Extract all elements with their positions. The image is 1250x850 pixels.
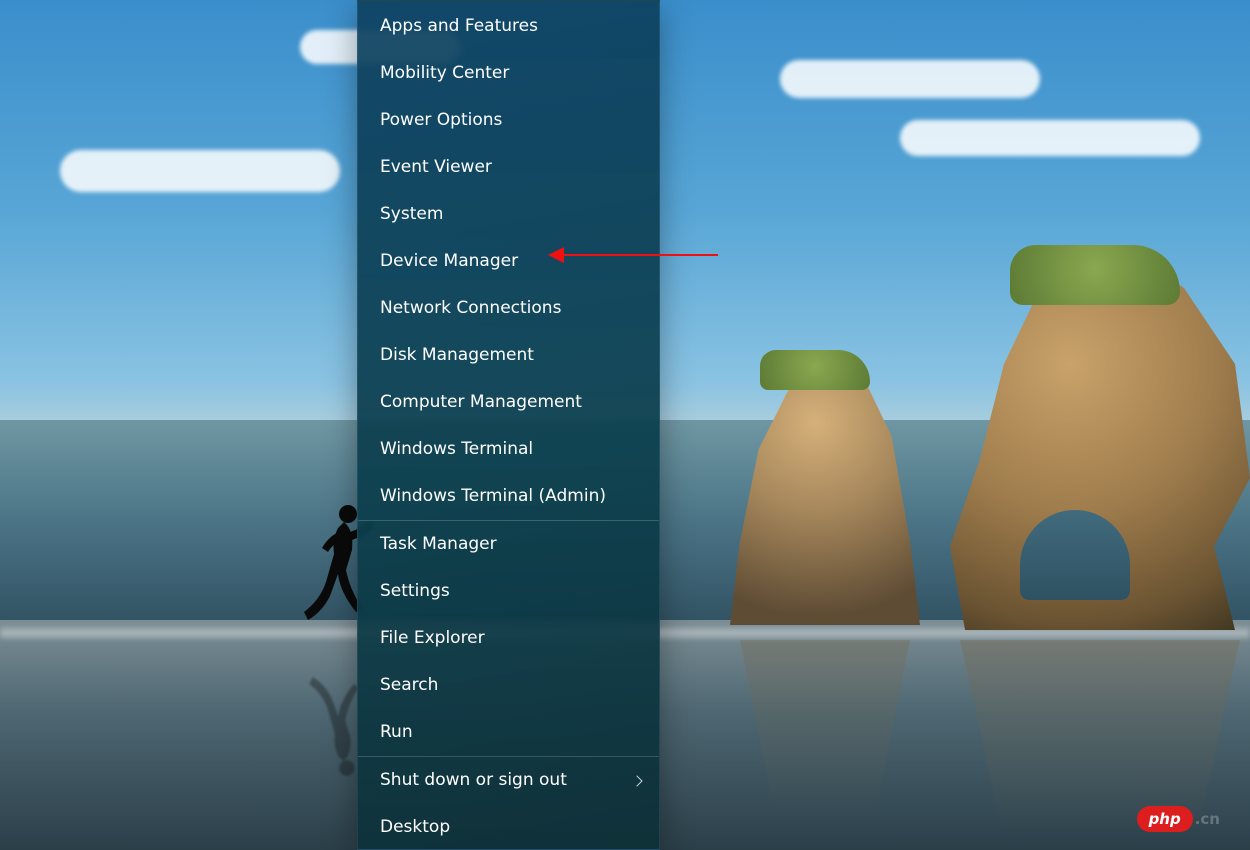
menu-item-shut-down-or-sign-out[interactable]: Shut down or sign out: [358, 757, 659, 804]
wallpaper-grass: [760, 350, 870, 390]
menu-item-windows-terminal[interactable]: Windows Terminal: [358, 426, 659, 473]
wallpaper-cloud: [60, 150, 340, 192]
watermark: php.cn: [1137, 806, 1220, 832]
menu-item-settings[interactable]: Settings: [358, 568, 659, 615]
menu-item-label: Computer Management: [380, 392, 582, 412]
menu-item-label: Search: [380, 675, 438, 695]
menu-item-label: Task Manager: [380, 534, 497, 554]
menu-item-power-options[interactable]: Power Options: [358, 97, 659, 144]
menu-item-label: Run: [380, 722, 413, 742]
chevron-right-icon: [631, 775, 642, 786]
menu-item-windows-terminal-admin[interactable]: Windows Terminal (Admin): [358, 473, 659, 520]
menu-item-label: Event Viewer: [380, 157, 492, 177]
menu-item-apps-and-features[interactable]: Apps and Features: [358, 3, 659, 50]
watermark-brand: php: [1137, 806, 1193, 832]
menu-item-event-viewer[interactable]: Event Viewer: [358, 144, 659, 191]
menu-item-run[interactable]: Run: [358, 709, 659, 756]
menu-item-task-manager[interactable]: Task Manager: [358, 521, 659, 568]
menu-item-label: Settings: [380, 581, 450, 601]
menu-item-label: System: [380, 204, 443, 224]
menu-item-label: Desktop: [380, 817, 450, 837]
menu-item-label: Windows Terminal (Admin): [380, 486, 606, 506]
menu-item-label: File Explorer: [380, 628, 485, 648]
menu-item-device-manager[interactable]: Device Manager: [358, 238, 659, 285]
menu-item-search[interactable]: Search: [358, 662, 659, 709]
wallpaper-grass: [1010, 245, 1180, 305]
menu-item-label: Apps and Features: [380, 16, 538, 36]
winx-context-menu[interactable]: Apps and Features Mobility Center Power Op…: [357, 0, 660, 850]
menu-item-mobility-center[interactable]: Mobility Center: [358, 50, 659, 97]
menu-item-disk-management[interactable]: Disk Management: [358, 332, 659, 379]
watermark-suffix: .cn: [1195, 810, 1220, 828]
menu-item-system[interactable]: System: [358, 191, 659, 238]
menu-item-file-explorer[interactable]: File Explorer: [358, 615, 659, 662]
menu-item-desktop[interactable]: Desktop: [358, 804, 659, 850]
menu-item-label: Shut down or sign out: [380, 770, 567, 790]
menu-item-label: Mobility Center: [380, 63, 509, 83]
wallpaper-cloud: [900, 120, 1200, 156]
desktop-wallpaper: Apps and Features Mobility Center Power Op…: [0, 0, 1250, 850]
menu-item-label: Device Manager: [380, 251, 518, 271]
menu-item-computer-management[interactable]: Computer Management: [358, 379, 659, 426]
menu-item-label: Power Options: [380, 110, 502, 130]
wallpaper-cloud: [780, 60, 1040, 98]
menu-item-label: Windows Terminal: [380, 439, 533, 459]
menu-item-label: Disk Management: [380, 345, 534, 365]
wallpaper-rock-reflection: [960, 640, 1240, 830]
menu-item-label: Network Connections: [380, 298, 561, 318]
menu-item-network-connections[interactable]: Network Connections: [358, 285, 659, 332]
